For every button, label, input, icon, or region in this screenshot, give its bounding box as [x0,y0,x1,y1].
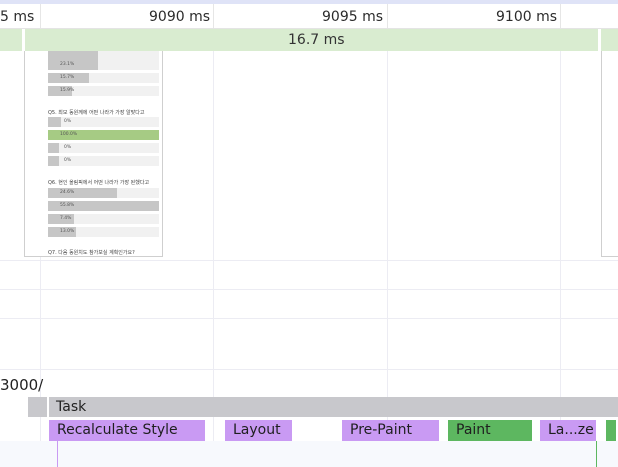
track-divider [0,318,618,319]
track-divider [0,369,618,370]
survey-bar-label: 55.8% [60,203,75,208]
event-pre-paint[interactable]: Pre-Paint [342,420,439,441]
survey-question-title: Q6. 현인 올림픽에서 어떤 나라가 가장 된했다고 [48,180,150,186]
survey-bar: 7.4% [48,214,159,224]
frame-boundary [22,29,25,51]
ruler-tick-label: 9090 ms [149,9,211,25]
survey-bar-label: 100.0% [60,132,78,137]
survey-question-title: Q7. 다음 동원치도 참가보실 계획인가요? [48,250,135,256]
survey-bar: 15.9% [48,86,159,96]
event-layerize[interactable]: La...ze [540,420,596,441]
survey-bar: 23.1% [48,60,159,70]
event-label: Recalculate Style [57,422,178,438]
frame-boundary [598,29,601,51]
task-divider [47,397,49,417]
survey-bar: 0% [48,143,159,153]
time-ruler[interactable]: 5 ms 9090 ms 9095 ms 9100 ms [0,4,618,29]
event-label: La...ze [548,422,594,438]
survey-bar-label: 23.1% [60,62,75,67]
ruler-tick-line [213,4,214,28]
next-frame-screenshot-thumbnail[interactable] [601,51,618,257]
frames-track[interactable]: 16.7 ms [0,29,618,51]
survey-bar: 24.6% [48,188,159,198]
survey-bar-fill [48,156,59,166]
survey-bar-label: 15.9% [60,88,75,93]
survey-bar-label: 0% [64,158,72,163]
survey-bar-label: 13.0% [60,229,75,234]
track-divider [0,289,618,290]
survey-bar: 100.0% [48,130,159,140]
survey-question-title: Q5. 최모 동원께에 어떤 나라가 가장 알맞다고 [48,110,145,116]
task-event[interactable]: Task [28,397,618,417]
event-layout[interactable]: Layout [225,420,292,441]
survey-bar-fill [48,143,59,153]
ruler-tick-line [387,4,388,28]
task-event-label: Task [56,399,87,415]
ruler-tick-label: 9095 ms [322,9,384,25]
event-marker-line [596,441,597,467]
event-label: Layout [233,422,281,438]
survey-bar-fill [48,188,117,198]
event-paint-small[interactable] [606,420,616,441]
survey-bar: 0% [48,117,159,127]
survey-bar-fill [48,117,61,127]
survey-bar: 0% [48,156,159,166]
survey-bar-label: 7.4% [60,216,72,221]
survey-bar: 55.8% [48,201,159,211]
survey-bar-label: 0% [64,119,72,124]
event-label: Paint [456,422,491,438]
track-divider [0,260,618,261]
event-label: Pre-Paint [350,422,412,438]
ruler-tick-line [560,4,561,28]
flame-chart-lower-area [0,441,618,467]
survey-bar: 13.0% [48,227,159,237]
survey-bar: 15.7% [48,73,159,83]
frame-duration-label: 16.7 ms [288,32,345,48]
event-marker-line [57,441,58,467]
thread-track-label[interactable]: 3000/ [0,376,43,394]
event-recalculate-style[interactable]: Recalculate Style [49,420,205,441]
survey-bar-label: 24.6% [60,190,75,195]
ruler-tick-label: 9100 ms [496,9,558,25]
survey-bar-label: 15.7% [60,75,75,80]
frame-screenshot-thumbnail[interactable]: 23.1% 15.7% 15.9% Q5. 최모 동원께에 어떤 나라가 가장 … [24,51,163,257]
ruler-tick-label: 5 ms [0,9,35,25]
ruler-tick-line [40,4,41,28]
event-paint[interactable]: Paint [448,420,532,441]
survey-bar-label: 0% [64,145,72,150]
